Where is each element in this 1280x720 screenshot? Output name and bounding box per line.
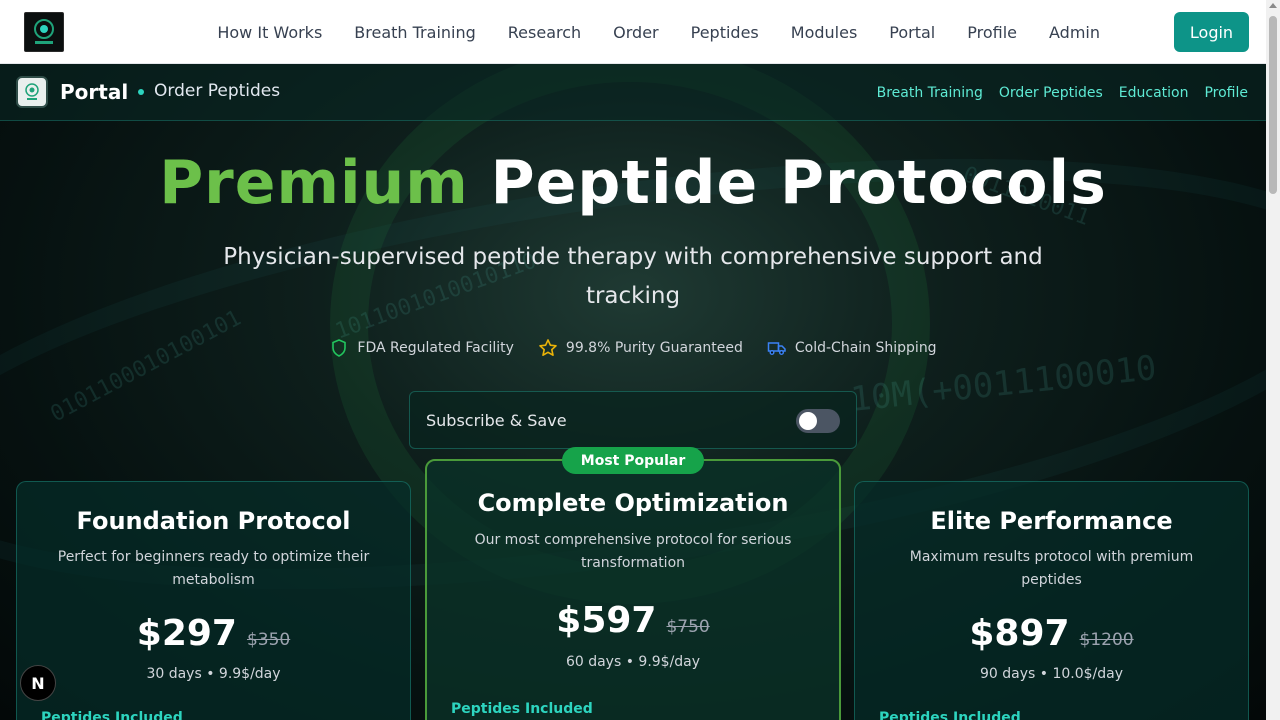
- separator-dot: [138, 89, 144, 95]
- plan-name: Elite Performance: [930, 507, 1173, 535]
- plan-price-row: $597 $750: [427, 600, 839, 641]
- badge-fda: FDA Regulated Facility: [329, 338, 514, 358]
- star-icon: [539, 339, 557, 356]
- plan-name: Complete Optimization: [477, 489, 789, 517]
- shield-icon: [332, 339, 347, 357]
- nav-how-it-works[interactable]: How It Works: [201, 23, 338, 42]
- brain-logo-icon: [34, 19, 54, 44]
- nav-breath-training[interactable]: Breath Training: [338, 23, 491, 42]
- brand-logo[interactable]: [24, 12, 64, 52]
- portal-subtitle: Order Peptides: [154, 81, 281, 101]
- peptides-included-label: Peptides Included: [879, 710, 1021, 720]
- most-popular-badge: Most Popular: [562, 447, 704, 474]
- plan-description: Perfect for beginners ready to optimize …: [57, 549, 370, 588]
- hero-title: Premium Peptide Protocols: [0, 148, 1266, 218]
- portal-link-education[interactable]: Education: [1119, 85, 1189, 101]
- trust-badges: FDA Regulated Facility 99.8% Purity Guar…: [0, 338, 1266, 358]
- subscribe-toggle[interactable]: [796, 409, 840, 433]
- peptides-included-label: Peptides Included: [41, 710, 183, 720]
- plan-duration: 30 days • 9.9$/day: [146, 666, 281, 682]
- plan-card-complete[interactable]: Complete Optimization Our most comprehen…: [425, 459, 841, 720]
- subscribe-label: Subscribe & Save: [426, 411, 567, 430]
- top-navigation: How It Works Breath Training Research Or…: [0, 0, 1266, 64]
- nav-portal[interactable]: Portal: [873, 23, 951, 42]
- plan-price: $597: [556, 600, 657, 641]
- scroll-thumb[interactable]: [1269, 16, 1277, 194]
- plan-price-row: $297 $350: [17, 613, 410, 654]
- toggle-knob: [799, 412, 817, 430]
- plan-old-price: $1200: [1079, 630, 1134, 650]
- portal-logo-icon[interactable]: [16, 76, 48, 108]
- badge-purity-label: 99.8% Purity Guaranteed: [565, 340, 743, 356]
- plan-price: $297: [136, 613, 237, 654]
- login-button[interactable]: Login: [1174, 12, 1249, 52]
- scroll-up-arrow-icon[interactable]: [1269, 3, 1277, 8]
- brain-icon: [25, 83, 39, 100]
- plan-description: Maximum results protocol with premium pe…: [909, 549, 1194, 588]
- plan-description: Our most comprehensive protocol for seri…: [474, 532, 792, 571]
- portal-title: Portal: [60, 80, 129, 104]
- plan-card-elite[interactable]: Elite Performance Maximum results protoc…: [854, 481, 1249, 720]
- plan-price: $897: [969, 613, 1070, 654]
- nav-links: How It Works Breath Training Research Or…: [201, 0, 1116, 64]
- nav-modules[interactable]: Modules: [775, 23, 874, 42]
- plan-old-price: $750: [666, 617, 710, 637]
- nav-profile[interactable]: Profile: [951, 23, 1033, 42]
- nav-research[interactable]: Research: [492, 23, 597, 42]
- portal-links: Breath Training Order Peptides Education…: [877, 64, 1248, 121]
- nav-admin[interactable]: Admin: [1033, 23, 1116, 42]
- badge-purity: 99.8% Purity Guaranteed: [538, 338, 743, 358]
- portal-link-breath-training[interactable]: Breath Training: [877, 85, 983, 101]
- badge-shipping-label: Cold-Chain Shipping: [794, 340, 937, 356]
- plan-duration: 60 days • 9.9$/day: [565, 654, 701, 670]
- plan-old-price: $350: [246, 630, 291, 650]
- portal-link-profile[interactable]: Profile: [1204, 85, 1248, 101]
- peptides-included-label: Peptides Included: [451, 701, 593, 717]
- plan-card-foundation[interactable]: Foundation Protocol Perfect for beginner…: [16, 481, 411, 720]
- truck-icon: [767, 342, 786, 355]
- portal-header: Portal Order Peptides Breath Training Or…: [0, 64, 1266, 121]
- hero-subtitle: Physician-supervised peptide therapy wit…: [223, 244, 1043, 309]
- nav-order[interactable]: Order: [597, 23, 674, 42]
- plan-name: Foundation Protocol: [76, 507, 351, 535]
- badge-shipping: Cold-Chain Shipping: [767, 338, 937, 358]
- portal-link-order-peptides[interactable]: Order Peptides: [999, 85, 1103, 101]
- badge-fda-label: FDA Regulated Facility: [357, 340, 514, 356]
- plan-duration: 90 days • 10.0$/day: [979, 666, 1123, 682]
- plan-price-row: $897 $1200: [855, 613, 1248, 654]
- hero-title-rest: Peptide Protocols: [490, 148, 1107, 218]
- dev-tools-button[interactable]: N: [20, 665, 56, 701]
- page-scrollbar[interactable]: [1266, 0, 1280, 720]
- subscribe-save-box: Subscribe & Save: [409, 391, 857, 449]
- hero-title-accent: Premium: [159, 148, 469, 218]
- nav-peptides[interactable]: Peptides: [675, 23, 775, 42]
